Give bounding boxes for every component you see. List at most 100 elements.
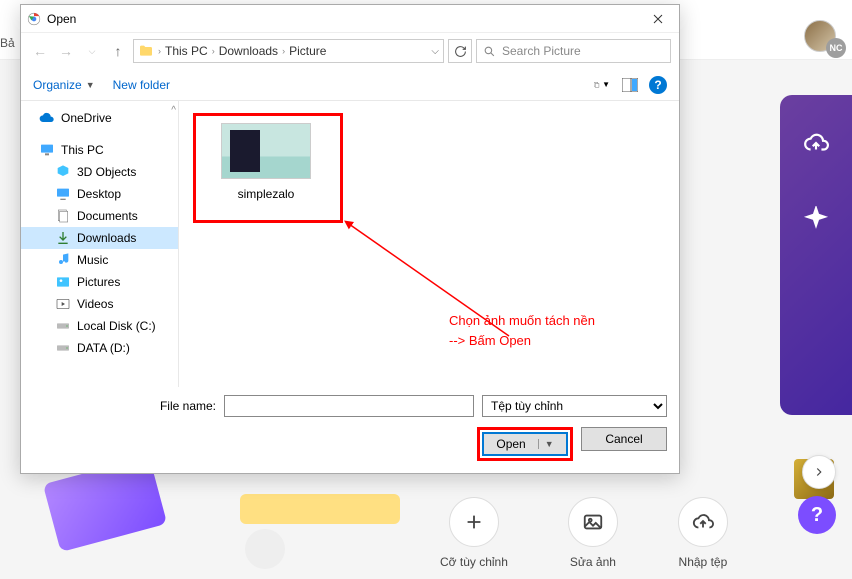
cloud-icon bbox=[39, 110, 55, 126]
right-panel bbox=[780, 95, 852, 415]
addr-dropdown[interactable]: ⌵ bbox=[431, 46, 439, 57]
titlebar: Open bbox=[21, 5, 679, 33]
sidebar-item-label: Pictures bbox=[77, 275, 120, 289]
cloud-upload-icon[interactable] bbox=[803, 130, 829, 156]
organize-menu[interactable]: Organize ▼ bbox=[33, 78, 95, 92]
plus-icon bbox=[463, 511, 485, 533]
file-list[interactable]: simplezalo Chọn ảnh muốn tách nền --> Bấ… bbox=[179, 101, 679, 387]
sidebar-item-pictures[interactable]: Pictures bbox=[21, 271, 178, 293]
search-placeholder: Search Picture bbox=[502, 44, 581, 58]
sidebar-item-desktop[interactable]: Desktop bbox=[21, 183, 178, 205]
search-icon bbox=[483, 45, 496, 58]
action-label: Cỡ tùy chỉnh bbox=[440, 555, 508, 569]
desktop-icon bbox=[55, 186, 71, 202]
navbar: ← → ⌵ ↑ › This PC › Downloads › Picture … bbox=[21, 33, 679, 69]
sidebar-item-label: Music bbox=[77, 253, 108, 267]
view-thumbnails-button[interactable]: ▼ bbox=[593, 76, 611, 94]
sidebar-item-label: Local Disk (C:) bbox=[77, 319, 156, 333]
sidebar-item-downloads[interactable]: Downloads bbox=[21, 227, 178, 249]
recent-button[interactable]: ⌵ bbox=[81, 40, 103, 62]
sidebar-item-videos[interactable]: Videos bbox=[21, 293, 178, 315]
help-button[interactable]: ? bbox=[798, 496, 836, 534]
cancel-button[interactable]: Cancel bbox=[581, 427, 667, 451]
help-icon[interactable]: ? bbox=[649, 76, 667, 94]
back-button[interactable]: ← bbox=[29, 40, 51, 62]
toolbar: Organize ▼ New folder ▼ ? bbox=[21, 69, 679, 101]
breadcrumb[interactable]: This PC bbox=[165, 44, 208, 58]
filename-label: File name: bbox=[160, 399, 216, 413]
action-import-file[interactable]: Nhập tệp bbox=[678, 497, 728, 569]
refresh-icon bbox=[454, 45, 467, 58]
file-name: simplezalo bbox=[211, 187, 321, 201]
annotation-highlight-open: Open▼ bbox=[477, 427, 573, 461]
address-bar[interactable]: › This PC › Downloads › Picture ⌵ bbox=[133, 39, 444, 63]
file-item[interactable]: simplezalo bbox=[211, 123, 321, 201]
up-button[interactable]: ↑ bbox=[107, 40, 129, 62]
chrome-icon bbox=[27, 12, 41, 26]
action-edit-image[interactable]: Sửa ảnh bbox=[568, 497, 618, 569]
breadcrumb-separator: › bbox=[212, 46, 215, 56]
sidebar-item-music[interactable]: Music bbox=[21, 249, 178, 271]
chevron-right-icon bbox=[812, 465, 826, 479]
filetype-select[interactable]: Tệp tùy chỉnh bbox=[482, 395, 667, 417]
sidebar-item-label: DATA (D:) bbox=[77, 341, 130, 355]
sidebar-item-thispc[interactable]: This PC bbox=[21, 139, 178, 161]
music-icon bbox=[55, 252, 71, 268]
chevron-down-icon[interactable]: ▼ bbox=[538, 439, 554, 449]
action-label: Sửa ảnh bbox=[570, 555, 616, 569]
breadcrumb-separator: › bbox=[282, 46, 285, 56]
close-button[interactable] bbox=[643, 8, 673, 30]
downloads-icon bbox=[55, 230, 71, 246]
refresh-button[interactable] bbox=[448, 39, 472, 63]
bg-label: Bả bbox=[0, 36, 15, 50]
forward-button[interactable]: → bbox=[55, 40, 77, 62]
thumbnails-icon bbox=[594, 78, 600, 92]
action-custom-size[interactable]: Cỡ tùy chỉnh bbox=[440, 497, 508, 569]
view-preview-button[interactable] bbox=[621, 76, 639, 94]
user-avatar[interactable]: NC bbox=[804, 20, 840, 56]
sidebar-item-label: Downloads bbox=[77, 231, 136, 245]
open-button[interactable]: Open▼ bbox=[482, 432, 568, 456]
pictures-icon bbox=[55, 274, 71, 290]
filename-input[interactable] bbox=[224, 395, 474, 417]
sidebar-item-documents[interactable]: Documents bbox=[21, 205, 178, 227]
sidebar-item-onedrive[interactable]: OneDrive bbox=[21, 107, 178, 129]
close-icon bbox=[653, 14, 663, 24]
videos-icon bbox=[55, 296, 71, 312]
avatar-badge: NC bbox=[826, 38, 846, 58]
sparkle-icon[interactable] bbox=[803, 206, 829, 232]
breadcrumb[interactable]: Downloads bbox=[219, 44, 278, 58]
new-folder-button[interactable]: New folder bbox=[113, 78, 170, 92]
folder-icon bbox=[138, 43, 154, 59]
dialog-title: Open bbox=[47, 12, 643, 26]
upload-icon bbox=[692, 511, 714, 533]
sidebar: ^ OneDrive This PC 3D Objects Desktop Do… bbox=[21, 101, 179, 387]
nav-next-button[interactable] bbox=[802, 455, 836, 489]
sidebar-item-data-d[interactable]: DATA (D:) bbox=[21, 337, 178, 359]
disk-icon bbox=[55, 340, 71, 356]
image-icon bbox=[582, 511, 604, 533]
sidebar-item-label: Desktop bbox=[77, 187, 121, 201]
sidebar-item-label: Videos bbox=[77, 297, 113, 311]
sidebar-item-label: 3D Objects bbox=[77, 165, 136, 179]
preview-pane-icon bbox=[622, 78, 638, 92]
sidebar-item-3dobjects[interactable]: 3D Objects bbox=[21, 161, 178, 183]
breadcrumb-separator: › bbox=[158, 46, 161, 56]
search-input[interactable]: Search Picture bbox=[476, 39, 671, 63]
breadcrumb[interactable]: Picture bbox=[289, 44, 326, 58]
bg-thumbnail bbox=[245, 529, 285, 569]
file-open-dialog: Open ← → ⌵ ↑ › This PC › Downloads › Pic… bbox=[20, 4, 680, 474]
sidebar-item-label: This PC bbox=[61, 143, 104, 157]
3d-icon bbox=[55, 164, 71, 180]
documents-icon bbox=[55, 208, 71, 224]
pc-icon bbox=[39, 142, 55, 158]
sidebar-item-localdisk-c[interactable]: Local Disk (C:) bbox=[21, 315, 178, 337]
annotation-text: Chọn ảnh muốn tách nền --> Bấm Open bbox=[449, 311, 595, 350]
sidebar-item-label: Documents bbox=[77, 209, 138, 223]
dialog-footer: File name: Tệp tùy chỉnh Open▼ Cancel bbox=[21, 387, 679, 473]
bg-thumbnail bbox=[240, 494, 400, 524]
scroll-up-icon[interactable]: ^ bbox=[171, 105, 176, 116]
disk-icon bbox=[55, 318, 71, 334]
action-label: Nhập tệp bbox=[679, 555, 728, 569]
file-thumbnail bbox=[221, 123, 311, 179]
